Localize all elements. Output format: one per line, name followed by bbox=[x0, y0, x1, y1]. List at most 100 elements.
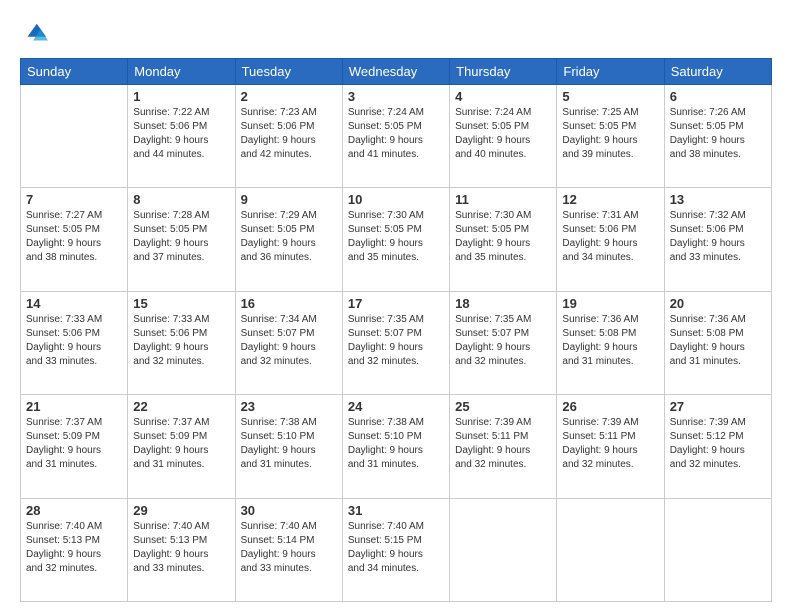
header bbox=[20, 20, 772, 48]
calendar-cell: 1Sunrise: 7:22 AMSunset: 5:06 PMDaylight… bbox=[128, 85, 235, 188]
day-info: Sunrise: 7:23 AMSunset: 5:06 PMDaylight:… bbox=[241, 106, 337, 162]
day-number: 19 bbox=[562, 296, 658, 311]
day-number: 8 bbox=[133, 192, 229, 207]
day-number: 7 bbox=[26, 192, 122, 207]
calendar-cell: 7 Sunrise: 7:27 AMSunset: 5:05 PMDaylight… bbox=[21, 188, 128, 291]
calendar-cell: 13 Sunrise: 7:32 AMSunset: 5:06 PMDayligh… bbox=[664, 188, 771, 291]
calendar-cell: 30 Sunrise: 7:40 AMSunset: 5:14 PMDayligh… bbox=[235, 498, 342, 601]
day-number: 17 bbox=[348, 296, 444, 311]
calendar-cell: 10 Sunrise: 7:30 AMSunset: 5:05 PMDayligh… bbox=[342, 188, 449, 291]
calendar-cell: 16Sunrise: 7:34 AMSunset: 5:07 PMDayligh… bbox=[235, 291, 342, 394]
day-info: Sunrise: 7:32 AMSunset: 5:06 PMDaylight:… bbox=[670, 209, 766, 265]
day-number: 21 bbox=[26, 399, 122, 414]
day-info: Sunrise: 7:33 AMSunset: 5:06 PMDaylight:… bbox=[26, 313, 122, 369]
calendar-cell bbox=[450, 498, 557, 601]
day-info: Sunrise: 7:40 AMSunset: 5:14 PMDaylight:… bbox=[241, 520, 337, 576]
day-number: 26 bbox=[562, 399, 658, 414]
day-number: 27 bbox=[670, 399, 766, 414]
calendar-cell: 14 Sunrise: 7:33 AMSunset: 5:06 PMDayligh… bbox=[21, 291, 128, 394]
calendar-cell bbox=[664, 498, 771, 601]
weekday-header-friday: Friday bbox=[557, 59, 664, 85]
logo-icon bbox=[20, 20, 48, 48]
calendar-cell: 9Sunrise: 7:29 AMSunset: 5:05 PMDaylight… bbox=[235, 188, 342, 291]
calendar-cell: 18 Sunrise: 7:35 AMSunset: 5:07 PMDayligh… bbox=[450, 291, 557, 394]
day-number: 6 bbox=[670, 89, 766, 104]
day-number: 18 bbox=[455, 296, 551, 311]
calendar-cell: 11 Sunrise: 7:30 AMSunset: 5:05 PMDayligh… bbox=[450, 188, 557, 291]
day-info: Sunrise: 7:38 AMSunset: 5:10 PMDaylight:… bbox=[348, 416, 444, 472]
calendar-cell: 5 Sunrise: 7:25 AMSunset: 5:05 PMDaylight… bbox=[557, 85, 664, 188]
calendar-cell: 8 Sunrise: 7:28 AMSunset: 5:05 PMDaylight… bbox=[128, 188, 235, 291]
day-info: Sunrise: 7:36 AMSunset: 5:08 PMDaylight:… bbox=[670, 313, 766, 369]
calendar-cell: 24 Sunrise: 7:38 AMSunset: 5:10 PMDayligh… bbox=[342, 395, 449, 498]
day-number: 29 bbox=[133, 503, 229, 518]
day-info: Sunrise: 7:33 AMSunset: 5:06 PMDaylight:… bbox=[133, 313, 229, 369]
day-info: Sunrise: 7:35 AMSunset: 5:07 PMDaylight:… bbox=[348, 313, 444, 369]
day-number: 9 bbox=[241, 192, 337, 207]
calendar-cell: 27 Sunrise: 7:39 AMSunset: 5:12 PMDayligh… bbox=[664, 395, 771, 498]
day-info: Sunrise: 7:40 AMSunset: 5:13 PMDaylight:… bbox=[133, 520, 229, 576]
day-info: Sunrise: 7:34 AMSunset: 5:07 PMDaylight:… bbox=[241, 313, 337, 369]
weekday-header-wednesday: Wednesday bbox=[342, 59, 449, 85]
calendar-cell: 21 Sunrise: 7:37 AMSunset: 5:09 PMDayligh… bbox=[21, 395, 128, 498]
day-info: Sunrise: 7:31 AMSunset: 5:06 PMDaylight:… bbox=[562, 209, 658, 265]
day-number: 11 bbox=[455, 192, 551, 207]
week-row-2: 7 Sunrise: 7:27 AMSunset: 5:05 PMDaylight… bbox=[21, 188, 772, 291]
calendar-cell: 15 Sunrise: 7:33 AMSunset: 5:06 PMDayligh… bbox=[128, 291, 235, 394]
day-info: Sunrise: 7:22 AMSunset: 5:06 PMDaylight:… bbox=[133, 106, 229, 162]
weekday-header-thursday: Thursday bbox=[450, 59, 557, 85]
day-info: Sunrise: 7:30 AMSunset: 5:05 PMDaylight:… bbox=[348, 209, 444, 265]
calendar-table: SundayMondayTuesdayWednesdayThursdayFrid… bbox=[20, 58, 772, 602]
calendar-cell bbox=[557, 498, 664, 601]
calendar-cell: 25Sunrise: 7:39 AMSunset: 5:11 PMDayligh… bbox=[450, 395, 557, 498]
day-number: 23 bbox=[241, 399, 337, 414]
calendar-cell: 4 Sunrise: 7:24 AMSunset: 5:05 PMDaylight… bbox=[450, 85, 557, 188]
calendar-cell bbox=[21, 85, 128, 188]
weekday-header-monday: Monday bbox=[128, 59, 235, 85]
day-number: 15 bbox=[133, 296, 229, 311]
day-number: 12 bbox=[562, 192, 658, 207]
day-info: Sunrise: 7:35 AMSunset: 5:07 PMDaylight:… bbox=[455, 313, 551, 369]
day-number: 30 bbox=[241, 503, 337, 518]
day-info: Sunrise: 7:26 AMSunset: 5:05 PMDaylight:… bbox=[670, 106, 766, 162]
day-info: Sunrise: 7:39 AMSunset: 5:11 PMDaylight:… bbox=[455, 416, 551, 472]
weekday-header-sunday: Sunday bbox=[21, 59, 128, 85]
day-info: Sunrise: 7:30 AMSunset: 5:05 PMDaylight:… bbox=[455, 209, 551, 265]
day-number: 4 bbox=[455, 89, 551, 104]
weekday-header-tuesday: Tuesday bbox=[235, 59, 342, 85]
day-info: Sunrise: 7:39 AMSunset: 5:11 PMDaylight:… bbox=[562, 416, 658, 472]
logo bbox=[20, 20, 52, 48]
day-info: Sunrise: 7:28 AMSunset: 5:05 PMDaylight:… bbox=[133, 209, 229, 265]
day-info: Sunrise: 7:27 AMSunset: 5:05 PMDaylight:… bbox=[26, 209, 122, 265]
day-info: Sunrise: 7:36 AMSunset: 5:08 PMDaylight:… bbox=[562, 313, 658, 369]
day-number: 13 bbox=[670, 192, 766, 207]
day-number: 20 bbox=[670, 296, 766, 311]
week-row-1: 1Sunrise: 7:22 AMSunset: 5:06 PMDaylight… bbox=[21, 85, 772, 188]
day-info: Sunrise: 7:37 AMSunset: 5:09 PMDaylight:… bbox=[133, 416, 229, 472]
day-info: Sunrise: 7:40 AMSunset: 5:15 PMDaylight:… bbox=[348, 520, 444, 576]
weekday-header-row: SundayMondayTuesdayWednesdayThursdayFrid… bbox=[21, 59, 772, 85]
day-number: 14 bbox=[26, 296, 122, 311]
day-number: 10 bbox=[348, 192, 444, 207]
calendar-cell: 12 Sunrise: 7:31 AMSunset: 5:06 PMDayligh… bbox=[557, 188, 664, 291]
day-number: 24 bbox=[348, 399, 444, 414]
day-info: Sunrise: 7:24 AMSunset: 5:05 PMDaylight:… bbox=[348, 106, 444, 162]
week-row-3: 14 Sunrise: 7:33 AMSunset: 5:06 PMDayligh… bbox=[21, 291, 772, 394]
day-number: 5 bbox=[562, 89, 658, 104]
day-info: Sunrise: 7:40 AMSunset: 5:13 PMDaylight:… bbox=[26, 520, 122, 576]
day-info: Sunrise: 7:38 AMSunset: 5:10 PMDaylight:… bbox=[241, 416, 337, 472]
day-info: Sunrise: 7:25 AMSunset: 5:05 PMDaylight:… bbox=[562, 106, 658, 162]
calendar-cell: 17 Sunrise: 7:35 AMSunset: 5:07 PMDayligh… bbox=[342, 291, 449, 394]
day-info: Sunrise: 7:39 AMSunset: 5:12 PMDaylight:… bbox=[670, 416, 766, 472]
day-info: Sunrise: 7:24 AMSunset: 5:05 PMDaylight:… bbox=[455, 106, 551, 162]
day-info: Sunrise: 7:37 AMSunset: 5:09 PMDaylight:… bbox=[26, 416, 122, 472]
calendar-cell: 29 Sunrise: 7:40 AMSunset: 5:13 PMDayligh… bbox=[128, 498, 235, 601]
calendar-cell: 20 Sunrise: 7:36 AMSunset: 5:08 PMDayligh… bbox=[664, 291, 771, 394]
calendar-cell: 3 Sunrise: 7:24 AMSunset: 5:05 PMDaylight… bbox=[342, 85, 449, 188]
day-number: 2 bbox=[241, 89, 337, 104]
week-row-4: 21 Sunrise: 7:37 AMSunset: 5:09 PMDayligh… bbox=[21, 395, 772, 498]
day-number: 3 bbox=[348, 89, 444, 104]
day-number: 31 bbox=[348, 503, 444, 518]
calendar-cell: 6 Sunrise: 7:26 AMSunset: 5:05 PMDaylight… bbox=[664, 85, 771, 188]
weekday-header-saturday: Saturday bbox=[664, 59, 771, 85]
